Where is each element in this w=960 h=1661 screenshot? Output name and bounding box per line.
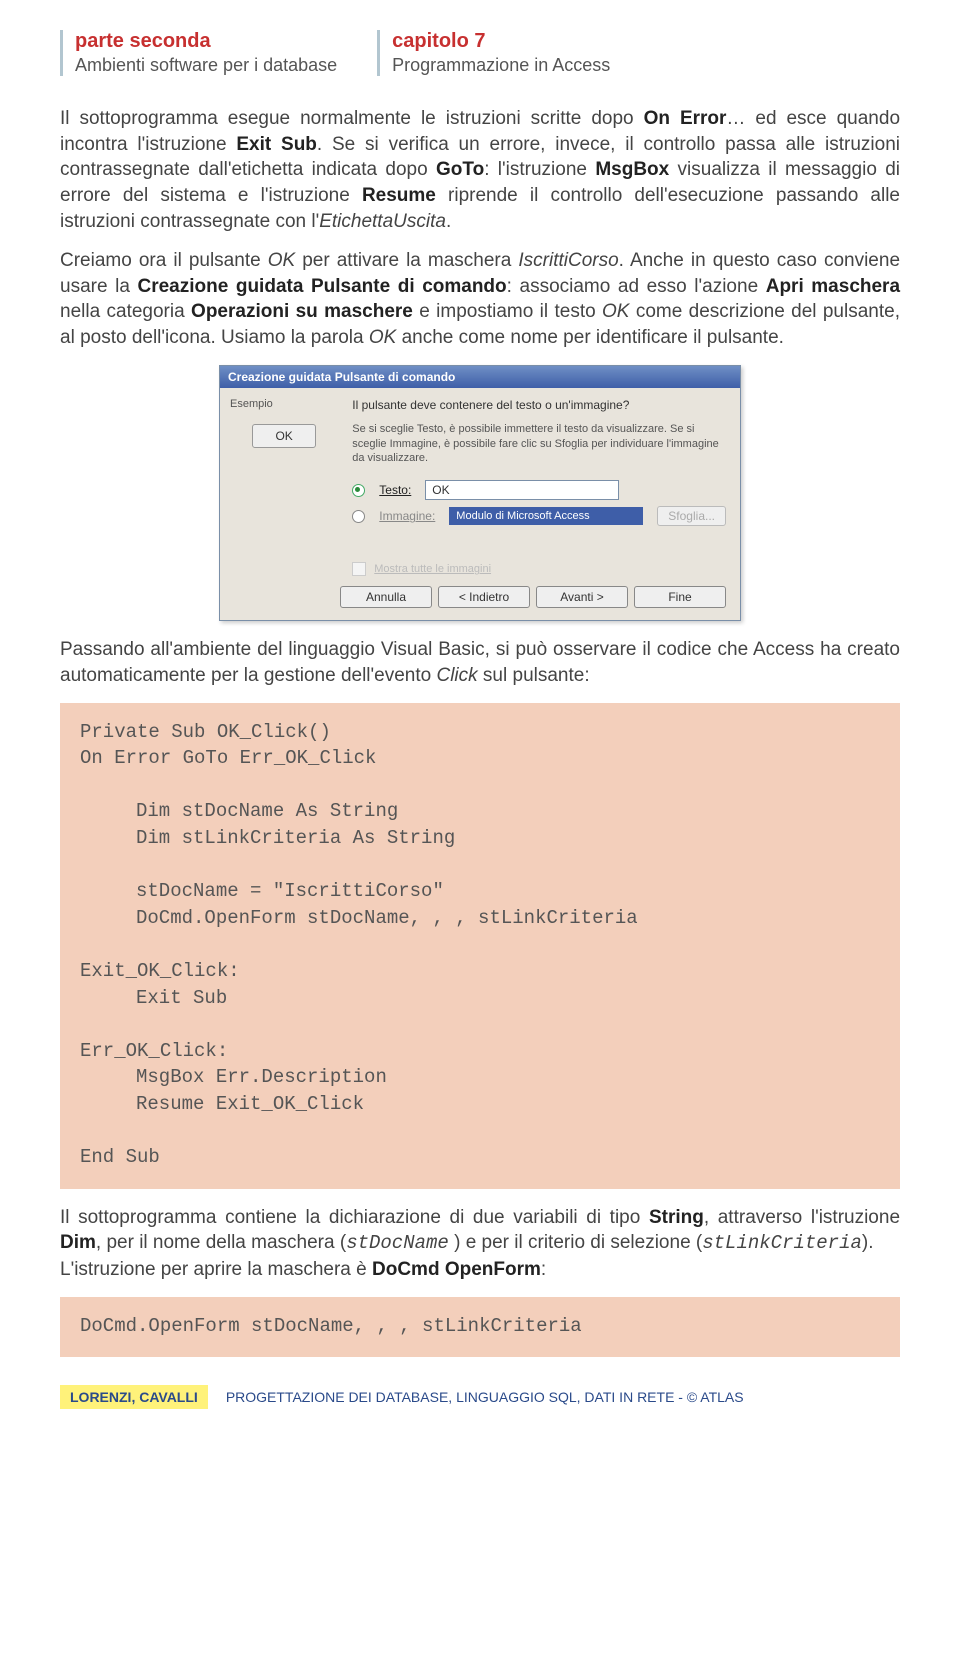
kw-goto: GoTo [436, 159, 484, 180]
text: Il sottoprogramma esegue normalmente le … [60, 108, 644, 129]
part-subtitle: Ambienti software per i database [75, 55, 337, 76]
code-block-1: Private Sub OK_Click() On Error GoTo Err… [60, 703, 900, 1189]
option-text-label: Testo: [379, 483, 411, 497]
option-image-row[interactable]: Immagine: Modulo di Microsoft Access Sfo… [352, 506, 726, 526]
kw-msgbox: MsgBox [595, 159, 669, 180]
code-line: MsgBox Err.Description [80, 1066, 387, 1088]
back-button[interactable]: < Indietro [438, 586, 530, 608]
code-line: DoCmd.OpenForm stDocName, , , stLinkCrit… [80, 907, 638, 929]
finish-button[interactable]: Fine [634, 586, 726, 608]
code-line: Dim stDocName As String [80, 800, 398, 822]
code-line: Dim stLinkCriteria As String [80, 827, 455, 849]
em-iscritti: IscrittiCorso [518, 250, 618, 271]
paragraph-4: Il sottoprogramma contiene la dichiarazi… [60, 1205, 900, 1283]
next-button[interactable]: Avanti > [536, 586, 628, 608]
code-line: Private Sub OK_Click() [80, 721, 331, 743]
footer-book: PROGETTAZIONE DEI DATABASE, LINGUAGGIO S… [226, 1389, 744, 1405]
paragraph-1: Il sottoprogramma esegue normalmente le … [60, 106, 900, 234]
em-ok3: OK [369, 327, 396, 348]
text: Il sottoprogramma contiene la dichiarazi… [60, 1207, 649, 1228]
option-image-label: Immagine: [379, 509, 435, 523]
cancel-button[interactable]: Annulla [340, 586, 432, 608]
kw-docmd: DoCmd OpenForm [372, 1259, 541, 1280]
code-stdoc: stDocName [346, 1232, 449, 1254]
code-block-2: DoCmd.OpenForm stDocName, , , stLinkCrit… [60, 1297, 900, 1358]
page-header: parte seconda Ambienti software per i da… [60, 30, 900, 76]
kw-apri-maschera: Apri maschera [766, 276, 900, 297]
kw-resume: Resume [362, 185, 436, 206]
dialog-preview-pane: Esempio OK [220, 388, 348, 577]
chapter-title: capitolo 7 [392, 30, 610, 53]
code-line: Exit_OK_Click: [80, 960, 240, 982]
text: anche come nome per identificare il puls… [396, 327, 784, 348]
paragraph-3: Passando all'ambiente del linguaggio Vis… [60, 637, 900, 688]
code-line: DoCmd.OpenForm stDocName, , , stLinkCrit… [80, 1315, 582, 1337]
radio-text-icon[interactable] [352, 484, 365, 497]
em-click: Click [436, 665, 477, 686]
option-text-input[interactable]: OK [425, 480, 619, 500]
text: e impostiamo il testo [413, 301, 602, 322]
text: : [541, 1259, 546, 1280]
text: sul pulsante: [478, 665, 590, 686]
dialog-hint: Se si sceglie Testo, è possibile immette… [352, 422, 726, 467]
page-footer: LORENZI, CAVALLI PROGETTAZIONE DEI DATAB… [60, 1385, 900, 1409]
dialog-body: Esempio OK Il pulsante deve contenere de… [220, 388, 740, 577]
em-ok: OK [268, 250, 295, 271]
text: ) e per il criterio di selezione ( [449, 1232, 702, 1253]
text: . [446, 211, 451, 232]
text: , per il nome della maschera ( [96, 1232, 346, 1253]
option-image-value[interactable]: Modulo di Microsoft Access [449, 507, 643, 525]
show-all-label: Mostra tutte le immagini [374, 563, 491, 575]
text: per attivare la maschera [295, 250, 518, 271]
kw-dim: Dim [60, 1232, 96, 1253]
kw-exit-sub: Exit Sub [236, 134, 317, 155]
dialog-titlebar: Creazione guidata Pulsante di comando [220, 366, 740, 388]
code-line: stDocName = "IscrittiCorso" [80, 880, 444, 902]
browse-button: Sfoglia... [657, 506, 726, 526]
checkbox-icon [352, 562, 366, 576]
kw-wizard: Creazione guidata Pulsante di comando [137, 276, 506, 297]
em-etichetta: EtichettaUscita [319, 211, 446, 232]
code-line: On Error GoTo Err_OK_Click [80, 747, 376, 769]
text: : l'istruzione [484, 159, 595, 180]
header-chapter: capitolo 7 Programmazione in Access [377, 30, 610, 76]
paragraph-2: Creiamo ora il pulsante OK per attivare … [60, 248, 900, 351]
text: ). [862, 1232, 874, 1253]
text: nella categoria [60, 301, 191, 322]
code-line: Err_OK_Click: [80, 1040, 228, 1062]
em-ok2: OK [602, 301, 629, 322]
text: : associamo ad esso l'azione [507, 276, 766, 297]
dialog-footer: Annulla < Indietro Avanti > Fine [220, 576, 740, 620]
code-line: End Sub [80, 1146, 160, 1168]
text: Creiamo ora il pulsante [60, 250, 268, 271]
preview-ok-button: OK [252, 424, 315, 448]
text: L'istruzione per aprire la maschera è [60, 1259, 372, 1280]
wizard-dialog: Creazione guidata Pulsante di comando Es… [219, 365, 741, 622]
kw-operazioni: Operazioni su maschere [191, 301, 413, 322]
dialog-question: Il pulsante deve contenere del testo o u… [352, 398, 726, 412]
text: , attraverso l'istruzione [704, 1207, 900, 1228]
option-text-row[interactable]: Testo: OK [352, 480, 726, 500]
kw-on-error: On Error [644, 108, 727, 129]
code-line: Resume Exit_OK_Click [80, 1093, 364, 1115]
show-all-row: Mostra tutte le immagini [352, 562, 726, 576]
code-stlink: stLinkCriteria [702, 1232, 862, 1254]
code-line: Exit Sub [80, 987, 227, 1009]
radio-image-icon[interactable] [352, 510, 365, 523]
page: parte seconda Ambienti software per i da… [0, 0, 960, 1429]
wizard-dialog-wrap: Creazione guidata Pulsante di comando Es… [60, 365, 900, 622]
header-part: parte seconda Ambienti software per i da… [60, 30, 337, 76]
preview-label: Esempio [230, 398, 273, 410]
footer-author: LORENZI, CAVALLI [60, 1385, 208, 1409]
dialog-options-pane: Il pulsante deve contenere del testo o u… [348, 388, 740, 577]
part-title: parte seconda [75, 30, 337, 53]
chapter-subtitle: Programmazione in Access [392, 55, 610, 76]
kw-string: String [649, 1207, 704, 1228]
